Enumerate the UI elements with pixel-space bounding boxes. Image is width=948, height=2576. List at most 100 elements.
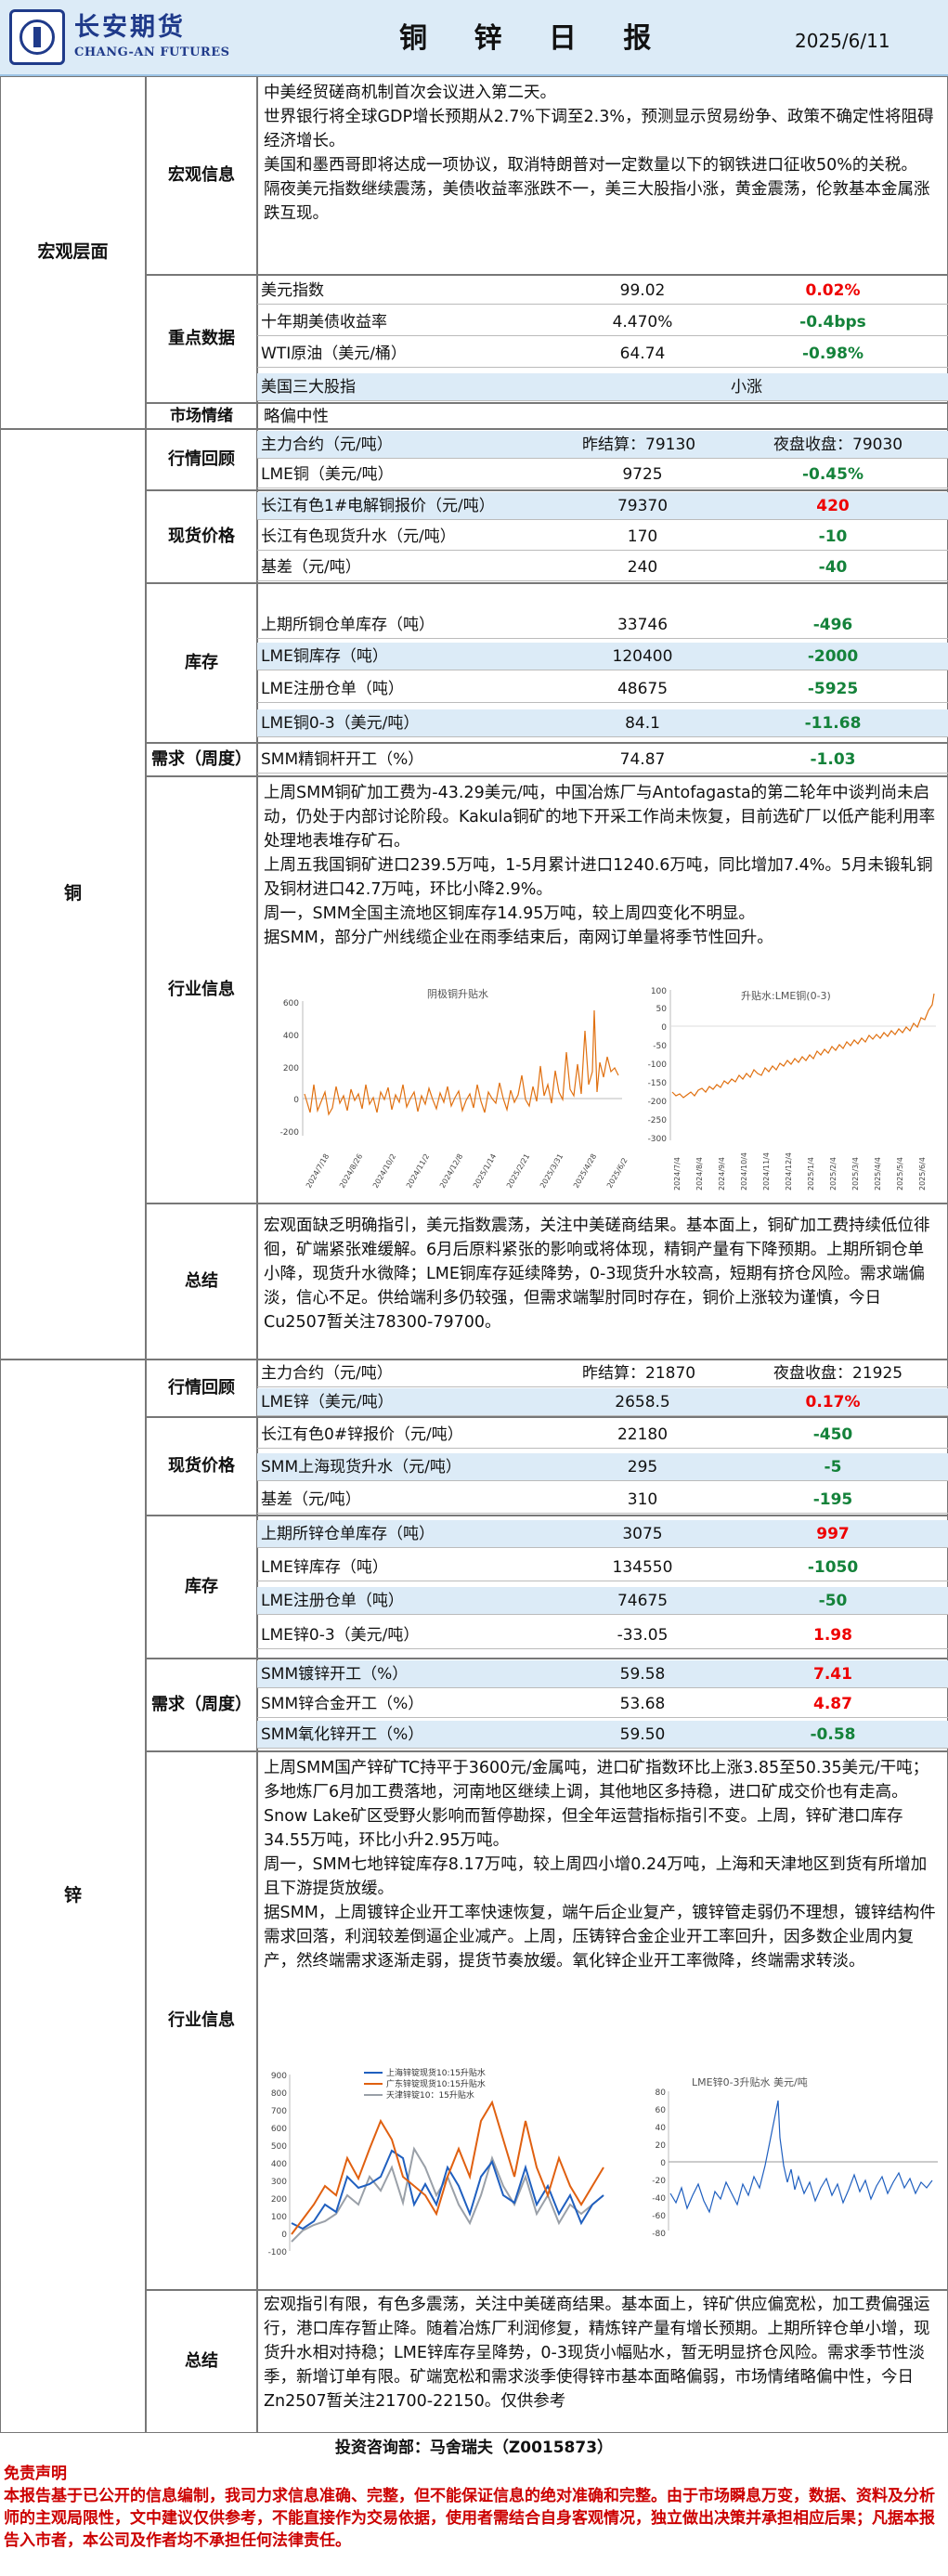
row-night: 夜盘收盘：21925 [773, 1364, 903, 1383]
y-tick: -200 [280, 1128, 300, 1138]
row-value: 99.02 [619, 281, 666, 300]
section-cu-review: 行情回顾 [146, 429, 257, 490]
analyst-credit: 投资咨询部：马舍瑞夫（Z0015873） [334, 2439, 614, 2457]
row-value: 295 [627, 1458, 658, 1477]
key-row-ust10y: 十年期美债收益率 4.470% -0.4bps [257, 308, 948, 336]
macro-info-line: 美国和墨西哥即将达成一项协议，取消特朗普对一定数量以下的钢铁进口征收50%的关税… [264, 156, 917, 175]
chart-title: LME锌0-3升贴水 美元/吨 [692, 2075, 808, 2088]
section-cu-stock: 库存 [146, 583, 257, 743]
row-label: 基差（元/吨） [261, 1490, 361, 1509]
cu-spot-row: 基差（元/吨） 240 -40 [257, 553, 948, 581]
cu-spot-row: 长江有色现货升水（元/吨） 170 -10 [257, 523, 948, 551]
row-settle: 昨结算：79130 [582, 436, 696, 454]
y-tick: -100 [648, 1060, 668, 1070]
row-label: SMM上海现货升水（元/吨） [261, 1458, 461, 1477]
x-tick: 2024/11/4 [762, 1152, 771, 1190]
row-label: 上期所铜仓单库存（吨） [261, 616, 435, 634]
cu-stock-row: LME铜库存（吨） 120400 -2000 [257, 643, 948, 670]
y-tick: 40 [656, 2124, 667, 2133]
row-value: 33746 [617, 616, 669, 634]
section-cu-demand: 需求（周度） [146, 743, 257, 776]
disclaimer-title: 免责声明 [4, 2465, 67, 2483]
row-value: 9725 [622, 465, 663, 484]
cu-lme-spread-line [671, 993, 935, 1099]
zn-lme-spread-line [669, 2100, 933, 2214]
cu-summary-text: 宏观面缺乏明确指引，美元指数震荡，关注中美磋商结果。基本面上，铜矿加工费持续低位… [257, 1203, 948, 1360]
row-label: 十年期美债收益率 [261, 313, 387, 332]
row-change: 7.41 [813, 1665, 852, 1684]
row-change: 997 [816, 1525, 850, 1543]
row-value: 22180 [617, 1425, 669, 1444]
row-change: -5925 [807, 680, 859, 698]
x-tick: 2024/9/4 [718, 1157, 726, 1190]
zn-spot-premium-chart: 900 800 700 600 500 400 300 200 100 0 -1… [262, 2065, 633, 2284]
x-tick: 2025/2/21 [505, 1152, 531, 1190]
y-tick: -20 [652, 2177, 666, 2186]
row-value: 2658.5 [615, 1393, 670, 1412]
key-row-us-stocks: 美国三大股指 小涨 [257, 373, 948, 401]
y-tick: 20 [656, 2141, 667, 2151]
industry-line: 据SMM，上周镀锌企业开工率快速恢复，端午后企业复产，镀锌管走弱仍不理想，镀锌结… [264, 1904, 936, 1971]
y-tick: 60 [656, 2106, 667, 2115]
row-value: 74.87 [619, 750, 666, 769]
row-change: -0.45% [801, 465, 864, 484]
row-value: 3075 [622, 1525, 663, 1543]
section-zn-industry: 行业信息 [146, 1751, 257, 2290]
row-value: 64.74 [619, 345, 666, 363]
section-cu-industry: 行业信息 [146, 776, 257, 1203]
section-cu-summary: 总结 [146, 1203, 257, 1360]
industry-line: 周一，SMM七地锌锭库存8.17万吨，较上周四小增0.24万吨，上海和天津地区到… [264, 1855, 928, 1898]
section-zn-spot: 现货价格 [146, 1417, 257, 1516]
section-zn-demand: 需求（周度） [146, 1659, 257, 1751]
row-label: 主力合约（元/吨） [261, 436, 393, 454]
x-tick: 2025/3/31 [539, 1152, 565, 1190]
y-tick: -250 [648, 1116, 668, 1125]
row-label: 美元指数 [261, 281, 324, 300]
y-tick: -40 [652, 2194, 666, 2204]
section-macro-info: 宏观信息 [146, 76, 257, 275]
row-change: -1.03 [810, 750, 856, 769]
row-change: -450 [812, 1425, 853, 1444]
x-tick: 2025/6/4 [918, 1157, 927, 1190]
row-change: 4.87 [813, 1695, 852, 1713]
row-label: LME铜0-3（美元/吨） [261, 714, 420, 733]
row-value: 53.68 [619, 1695, 666, 1713]
row-label: 上期所锌仓单库存（吨） [261, 1525, 435, 1543]
x-tick: 2025/5/4 [896, 1157, 904, 1190]
y-tick: 900 [271, 2072, 287, 2081]
report-date: 2025/6/11 [795, 30, 890, 52]
zn-summary-text: 宏观指引有限，有色多震荡，关注中美磋商结果。基本面上，锌矿供应偏宽松，加工费偏强… [257, 2290, 948, 2433]
y-tick: 0 [281, 2231, 287, 2240]
x-tick: 2024/10/2 [371, 1152, 397, 1190]
legend-item: 广东锌锭现货10:15升贴水 [386, 2078, 486, 2089]
row-value: 240 [627, 558, 658, 577]
y-tick: 500 [271, 2142, 287, 2152]
row-change: 0.17% [805, 1393, 861, 1412]
row-label: 美国三大股指 [261, 378, 356, 397]
brand-name-en: CHANG-AN FUTURES [74, 46, 230, 59]
row-label: WTI原油（美元/桶） [261, 345, 407, 363]
cu-lme-spread-chart: 升贴水:LME铜(0-3) 100 50 0 -50 -100 -150 -20… [639, 977, 942, 1196]
x-tick: 2025/4/28 [572, 1152, 598, 1190]
category-macro: 宏观层面 [0, 76, 146, 429]
row-label: LME锌0-3（美元/吨） [261, 1626, 420, 1645]
zn-spot-row: SMM上海现货升水（元/吨） 295 -5 [257, 1453, 948, 1481]
y-tick: 400 [271, 2160, 287, 2169]
zn-demand-row: SMM锌合金开工（%） 53.68 4.87 [257, 1690, 948, 1718]
row-value: 48675 [617, 680, 669, 698]
row-label: SMM精铜杆开工（%） [261, 750, 424, 769]
y-tick: -60 [652, 2212, 666, 2221]
row-value: 4.470% [612, 313, 673, 332]
section-key-data: 重点数据 [146, 275, 257, 403]
zn-spot-row: 长江有色0#锌报价（元/吨） 22180 -450 [257, 1421, 948, 1449]
cu-stock-row: LME注册仓单（吨） 48675 -5925 [257, 675, 948, 703]
x-tick: 2024/12/4 [785, 1152, 793, 1190]
y-tick: 600 [283, 999, 299, 1008]
row-change: -40 [818, 558, 848, 577]
legend-item: 天津锌锭10：15升贴水 [386, 2089, 474, 2101]
row-change: 0.02% [805, 281, 861, 300]
row-change: -2000 [807, 647, 859, 666]
row-label: 长江有色0#锌报价（元/吨） [261, 1425, 463, 1444]
row-label: SMM镀锌开工（%） [261, 1665, 409, 1684]
row-change: -195 [812, 1490, 853, 1509]
